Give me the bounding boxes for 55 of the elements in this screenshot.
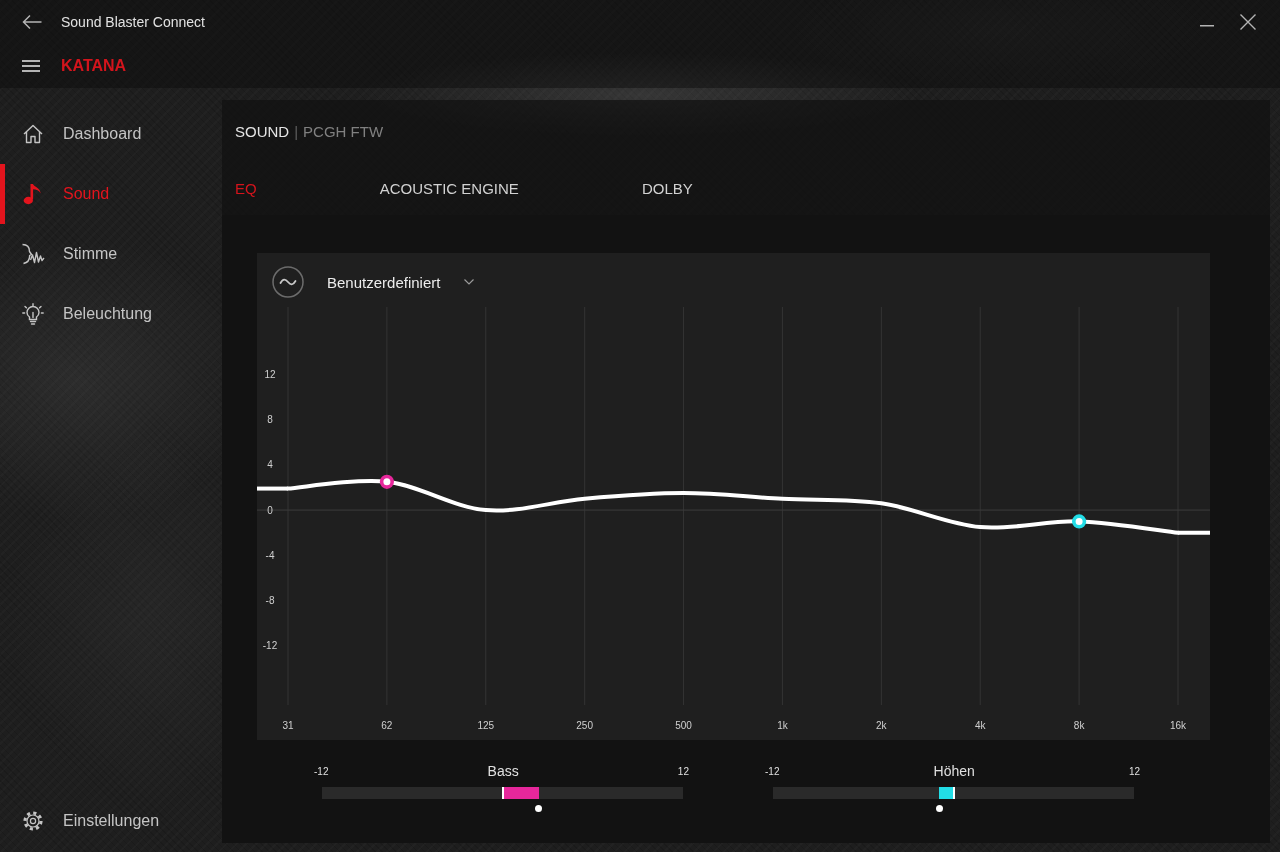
x-axis-label: 2k [876,720,887,731]
y-axis-label: -4 [265,549,275,561]
chevron-down-icon [464,279,475,285]
x-axis-label: 1k [777,720,788,731]
section-title: SOUND [235,122,290,140]
preset-dropdown[interactable]: Benutzerdefiniert [327,273,475,291]
tab[interactable]: ACOUSTIC ENGINE [379,179,519,197]
wave-circle-icon[interactable] [272,266,304,298]
nav-item[interactable]: Beleuchtung [0,284,222,344]
slider-label: Bass [487,763,519,779]
window-title: Sound Blaster Connect [61,14,205,30]
tab[interactable]: DOLBY [641,179,693,197]
lightbulb-icon [22,303,44,325]
minimize-icon [1200,25,1214,27]
x-axis-label: 16k [1169,720,1187,731]
settings-icon [23,811,43,831]
y-axis-label: -12 [262,640,278,652]
x-axis-label: 4k [974,720,986,731]
back-button[interactable] [22,14,42,30]
home-icon [22,124,44,144]
slider-min-label: -12 [314,765,329,777]
x-axis-label: 125 [477,720,495,731]
breadcrumb-separator: | [294,122,299,140]
menu-icon [22,60,40,72]
profile-name: PCGH FTW [303,122,384,140]
x-axis-label: 62 [381,720,393,731]
y-axis-label: 8 [267,414,273,425]
nav-item[interactable]: Stimme [0,224,222,284]
close-button[interactable] [1240,14,1256,30]
back-arrow-icon [22,14,42,30]
slider-thumb[interactable] [935,805,943,812]
close-icon [1240,14,1256,30]
center-tick-icon [501,787,504,799]
slider-max-label: 12 [1128,765,1140,777]
device-name: KATANA [61,57,127,75]
slider-min-label: -12 [765,765,780,777]
center-tick-icon [952,787,955,799]
eq-point-handle[interactable] [379,474,394,489]
nav-item[interactable]: Dashboard [0,104,222,164]
x-axis-label: 31 [282,720,294,731]
x-axis-label: 8k [1073,720,1085,731]
settings-item[interactable]: Einstellungen [0,796,222,846]
minimize-button[interactable] [1200,25,1214,27]
slider-max-label: 12 [677,765,689,777]
y-axis-label: -8 [265,595,275,607]
menu-button[interactable] [22,60,40,72]
speaking-head-icon [22,243,44,265]
eq-point-handle[interactable] [1072,514,1087,529]
y-axis-label: 12 [264,368,276,380]
x-axis-label: 250 [576,720,593,731]
slider-thumb[interactable] [535,805,543,812]
slider-label: Höhen [933,763,975,779]
x-axis-label: 500 [675,720,692,731]
y-axis-label: 4 [267,459,273,471]
y-axis-label: 0 [267,504,273,516]
